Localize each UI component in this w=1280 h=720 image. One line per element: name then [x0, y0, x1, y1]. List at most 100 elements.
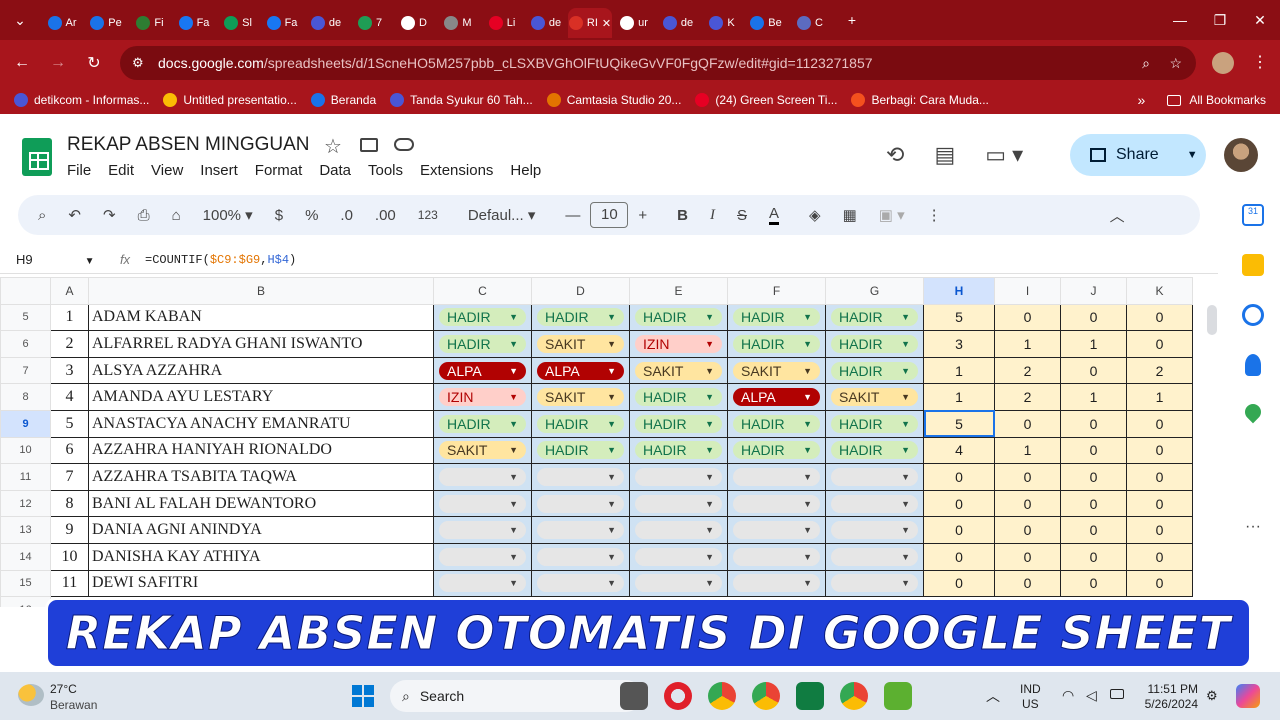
menu-view[interactable]: View	[151, 162, 183, 179]
column-header[interactable]: E	[629, 277, 728, 305]
browser-tab[interactable]: Be	[744, 8, 788, 38]
cell-count[interactable]: 5	[923, 409, 995, 438]
task-view-icon[interactable]	[620, 682, 648, 710]
dropdown-arrow-icon[interactable]: ▼	[901, 419, 910, 429]
tab-search-icon[interactable]: ⌄	[0, 12, 40, 29]
cell-status[interactable]: HADIR ▼	[629, 409, 728, 438]
percent-format-button[interactable]: %	[305, 207, 318, 224]
fill-color-icon[interactable]: ◈	[809, 206, 821, 224]
status-dropdown-chip[interactable]: ▼	[439, 521, 526, 540]
cell-status[interactable]: ▼	[629, 489, 728, 518]
cell-count[interactable]: 0	[1060, 436, 1127, 465]
column-header[interactable]: A	[50, 277, 89, 305]
browser-tab[interactable]: D	[392, 8, 436, 38]
cell-status[interactable]: ▼	[727, 489, 826, 518]
cell-number[interactable]: 11	[50, 569, 89, 598]
account-avatar[interactable]	[1224, 138, 1258, 172]
name-box[interactable]: H9 ▼	[0, 252, 105, 267]
chrome-icon[interactable]	[752, 682, 780, 710]
dropdown-arrow-icon[interactable]: ▼	[803, 366, 812, 376]
dropdown-arrow-icon[interactable]: ▼	[607, 552, 616, 562]
cell-status[interactable]: HADIR ▼	[531, 436, 630, 465]
dropdown-arrow-icon[interactable]: ▼	[901, 366, 910, 376]
doc-title[interactable]: REKAP ABSEN MINGGUAN	[67, 134, 310, 156]
cell-status[interactable]: SAKIT ▼	[531, 330, 630, 358]
dropdown-arrow-icon[interactable]: ▼	[509, 552, 518, 562]
menu-tools[interactable]: Tools	[368, 162, 403, 179]
cell-count[interactable]: 0	[994, 463, 1061, 491]
dropdown-arrow-icon[interactable]: ▼	[607, 419, 616, 429]
cell-status[interactable]: HADIR ▼	[629, 303, 728, 332]
dropdown-arrow-icon[interactable]: ▼	[607, 445, 616, 455]
dropdown-arrow-icon[interactable]: ▼	[607, 392, 616, 402]
browser-tab[interactable]: Fa	[260, 8, 304, 38]
cell-count[interactable]: 0	[1060, 463, 1127, 491]
cell-count[interactable]: 0	[1126, 409, 1193, 438]
star-icon[interactable]: ☆	[324, 134, 342, 159]
cell-student-name[interactable]: ALFARREL RADYA GHANI ISWANTO	[88, 330, 434, 358]
print-icon[interactable]: ⎙	[138, 207, 150, 224]
contacts-icon[interactable]	[1245, 354, 1261, 376]
dropdown-arrow-icon[interactable]: ▼	[901, 525, 910, 535]
status-dropdown-chip[interactable]: HADIR ▼	[635, 308, 722, 327]
status-dropdown-chip[interactable]: HADIR ▼	[733, 308, 820, 327]
more-formats-button[interactable]: 123	[418, 208, 438, 222]
browser-menu-icon[interactable]: ⋮	[1252, 52, 1268, 72]
browser-tab[interactable]: de	[524, 8, 568, 38]
cell-student-name[interactable]: ADAM KABAN	[88, 303, 434, 332]
more-options-icon[interactable]: ⋮	[927, 206, 942, 224]
cell-number[interactable]: 10	[50, 542, 89, 571]
paint-format-icon[interactable]: ⌂	[172, 207, 181, 224]
cell-count[interactable]: 0	[923, 569, 995, 598]
cell-student-name[interactable]: DANIA AGNI ANINDYA	[88, 516, 434, 544]
browser-tab[interactable]: Fa	[172, 8, 216, 38]
dropdown-arrow-icon[interactable]: ▼	[509, 419, 518, 429]
all-bookmarks-link[interactable]: All Bookmarks	[1189, 93, 1266, 107]
cell-number[interactable]: 1	[50, 303, 89, 332]
font-size-increase-icon[interactable]: +	[638, 207, 647, 224]
name-box-chevron-icon[interactable]: ▼	[85, 256, 95, 267]
wifi-icon[interactable]: ◠	[1062, 687, 1074, 704]
status-dropdown-chip[interactable]: HADIR ▼	[635, 388, 722, 407]
dropdown-arrow-icon[interactable]: ▼	[509, 499, 518, 509]
dropdown-arrow-icon[interactable]: ▼	[901, 339, 910, 349]
font-size-decrease-icon[interactable]: —	[565, 207, 580, 224]
language-indicator[interactable]: IND US	[1020, 682, 1041, 712]
clock[interactable]: 11:51 PM 5/26/2024	[1140, 682, 1198, 712]
cell-status[interactable]: HADIR ▼	[825, 436, 924, 465]
cell-status[interactable]: IZIN ▼	[629, 330, 728, 358]
cell-status[interactable]: ▼	[727, 542, 826, 571]
cell-status[interactable]: HADIR ▼	[727, 330, 826, 358]
share-chevron-icon[interactable]: ▼	[1187, 149, 1198, 161]
cell-count[interactable]: 2	[994, 356, 1061, 385]
cell-student-name[interactable]: BANI AL FALAH DEWANTORO	[88, 489, 434, 518]
cell-count[interactable]: 1	[1060, 330, 1127, 358]
menu-file[interactable]: File	[67, 162, 91, 179]
cell-student-name[interactable]: ANASTACYA ANACHY EMANRATU	[88, 409, 434, 438]
cell-status[interactable]: HADIR ▼	[433, 303, 532, 332]
status-dropdown-chip[interactable]: HADIR ▼	[537, 441, 624, 460]
column-header[interactable]: C	[433, 277, 532, 305]
cell-count[interactable]: 0	[1060, 542, 1127, 571]
status-dropdown-chip[interactable]: HADIR ▼	[831, 308, 918, 327]
cell-count[interactable]: 0	[994, 516, 1061, 544]
status-dropdown-chip[interactable]: HADIR ▼	[439, 414, 526, 433]
dropdown-arrow-icon[interactable]: ▼	[607, 472, 616, 482]
dropdown-arrow-icon[interactable]: ▼	[901, 472, 910, 482]
row-number[interactable]: 6	[0, 330, 51, 358]
volume-icon[interactable]: ◁	[1086, 687, 1097, 704]
dropdown-arrow-icon[interactable]: ▼	[705, 312, 714, 322]
cell-student-name[interactable]: AZZAHRA TSABITA TAQWA	[88, 463, 434, 491]
cell-number[interactable]: 8	[50, 489, 89, 518]
cell-number[interactable]: 3	[50, 356, 89, 385]
cell-student-name[interactable]: ALSYA AZZAHRA	[88, 356, 434, 385]
cell-count[interactable]: 0	[994, 409, 1061, 438]
cell-status[interactable]: SAKIT ▼	[433, 436, 532, 465]
search-menus-icon[interactable]: ⌕	[38, 207, 46, 224]
browser-tab[interactable]: 7	[348, 8, 392, 38]
cell-number[interactable]: 6	[50, 436, 89, 465]
status-dropdown-chip[interactable]: ▼	[635, 494, 722, 513]
row-number[interactable]: 7	[0, 356, 51, 385]
text-color-icon[interactable]: A	[769, 205, 780, 225]
column-header[interactable]: J	[1060, 277, 1127, 305]
